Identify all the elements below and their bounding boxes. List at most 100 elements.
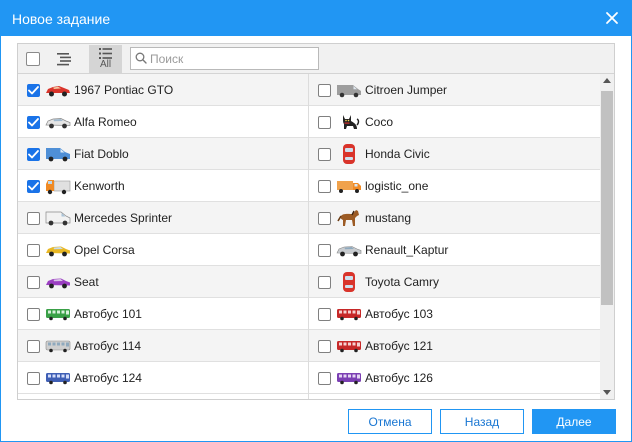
gray-bus-icon [45,335,71,357]
brown-horse-icon [336,207,362,229]
red-car-topview-icon [336,143,362,165]
table-row: 1967 Pontiac GTO Citroen Jumper [18,74,600,106]
item-checkbox[interactable] [318,211,331,225]
scroll-up-arrow-icon[interactable] [603,78,611,83]
back-button[interactable]: Назад [440,409,524,434]
item-label: Автобус 103 [365,307,433,321]
item-checkbox[interactable] [27,243,40,257]
blue-bus-icon [45,367,71,389]
item-label: logistic_one [365,179,429,193]
white-sedan-icon [45,111,71,133]
item-checkbox[interactable] [27,179,40,193]
item-checkbox[interactable] [27,147,40,161]
red-bus-icon [336,303,362,325]
item-checkbox[interactable] [27,339,40,353]
close-icon[interactable] [603,9,621,27]
item-label: Citroen Jumper [365,83,448,97]
list-toolbar: All [18,44,614,74]
list-item[interactable]: Toyota Camry [309,266,599,298]
list-item[interactable]: Honda Civic [309,138,599,170]
item-checkbox[interactable] [318,307,331,321]
item-checkbox[interactable] [318,115,331,129]
purple-bus-icon [336,367,362,389]
item-label: Автобус 121 [365,339,433,353]
item-label: Kenworth [74,179,125,193]
silver-car-icon [336,239,362,261]
select-all-checkbox[interactable] [26,52,40,66]
list-item[interactable]: Mercedes Sprinter [18,202,308,234]
black-cat-icon [336,111,362,133]
list-item[interactable]: Renault_Kaptur [309,234,599,266]
white-van-icon [45,207,71,229]
unit-selection-panel: All Автобус 124 Автобус 126 Автобус 114 Авт… [17,43,615,400]
red-car-topview-icon [336,271,362,293]
list-item[interactable]: Автобус 103 [309,298,599,330]
list-item[interactable]: Автобус 121 [309,330,599,362]
list-item[interactable]: Citroen Jumper [309,74,599,106]
list-item[interactable]: 1967 Pontiac GTO [18,74,308,106]
next-button[interactable]: Далее [532,409,616,434]
list-item[interactable]: Opel Corsa [18,234,308,266]
list-item[interactable]: Alfa Romeo [18,106,308,138]
tree-view-button[interactable] [49,45,79,73]
item-checkbox[interactable] [318,243,331,257]
item-checkbox[interactable] [318,371,331,385]
item-label: Mercedes Sprinter [74,211,173,225]
dialog-title: Новое задание [12,11,111,27]
list-item[interactable]: Автобус 124 [18,362,308,394]
all-label: All [99,59,112,70]
item-checkbox[interactable] [27,115,40,129]
orange-truck-icon [45,175,71,197]
all-view-button[interactable]: All [89,45,122,73]
gray-van-icon [336,79,362,101]
list-item[interactable]: mustang [309,202,599,234]
scrollbar-thumb[interactable] [601,91,613,305]
table-row: Kenworth logistic_one [18,170,600,202]
item-checkbox[interactable] [318,339,331,353]
item-checkbox[interactable] [27,307,40,321]
tree-list-icon [57,52,71,66]
list-item[interactable]: Seat [18,266,308,298]
item-label: Seat [74,275,99,289]
table-row: Opel Corsa Renault_Kaptur [18,234,600,266]
list-item[interactable]: Kenworth [18,170,308,202]
item-checkbox[interactable] [27,211,40,225]
column-divider [308,74,309,399]
table-row: Автобус 124 Автобус 126 [18,362,600,394]
item-label: Renault_Kaptur [365,243,449,257]
item-label: mustang [365,211,412,225]
list-item[interactable]: Coco [309,106,599,138]
item-label: Автобус 114 [74,339,142,353]
table-row: Seat Toyota Camry [18,266,600,298]
item-checkbox[interactable] [318,275,331,289]
dialog-titlebar: Новое задание [1,1,631,36]
item-checkbox[interactable] [27,371,40,385]
search-box[interactable] [130,47,319,70]
item-label: Fiat Doblo [74,147,129,161]
list-item[interactable]: Автобус 126 [309,362,599,394]
search-input[interactable] [150,50,315,67]
list-scrollbar[interactable] [600,74,614,399]
item-checkbox[interactable] [318,83,331,97]
table-row: Автобус 101 Автобус 103 [18,298,600,330]
item-label: Автобус 124 [74,371,142,385]
list-item[interactable]: Автобус 101 [18,298,308,330]
red-sports-car-icon [45,79,71,101]
blue-van-icon [45,143,71,165]
item-checkbox[interactable] [318,147,331,161]
item-label: Honda Civic [365,147,430,161]
list-item[interactable]: Автобус 114 [18,330,308,362]
yellow-car-icon [45,239,71,261]
item-checkbox[interactable] [27,275,40,289]
item-label: Автобус 126 [365,371,433,385]
list-item[interactable]: Fiat Doblo [18,138,308,170]
item-checkbox[interactable] [27,83,40,97]
scroll-down-arrow-icon[interactable] [603,390,611,395]
cancel-button[interactable]: Отмена [348,409,432,434]
item-label: Alfa Romeo [74,115,137,129]
item-label: 1967 Pontiac GTO [74,83,174,97]
table-row: Fiat Doblo Honda Civic [18,138,600,170]
table-row: Alfa Romeo Coco [18,106,600,138]
list-item[interactable]: logistic_one [309,170,599,202]
item-checkbox[interactable] [318,179,331,193]
